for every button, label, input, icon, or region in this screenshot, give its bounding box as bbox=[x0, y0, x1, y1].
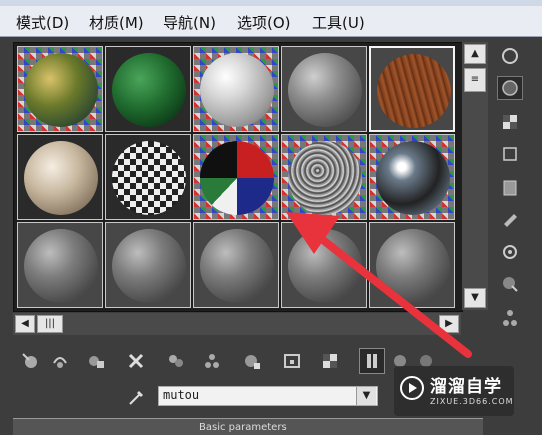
pick-material-from-object-icon[interactable] bbox=[122, 384, 152, 410]
scroll-thumb-horizontal[interactable]: ||| bbox=[37, 315, 63, 333]
material-sphere bbox=[200, 141, 274, 215]
watermark: 溜溜自学 ZIXUE.3D66.COM bbox=[394, 366, 514, 416]
background-checker-icon[interactable] bbox=[497, 110, 523, 134]
menu-material[interactable]: 材质(M) bbox=[89, 12, 144, 33]
watermark-logo-icon bbox=[400, 376, 424, 400]
material-sphere bbox=[24, 53, 98, 127]
material-sphere bbox=[112, 53, 186, 127]
vertical-scrollbar[interactable]: ▲ ≡ ▼ bbox=[462, 42, 488, 310]
rollout-title: Basic parameters bbox=[199, 422, 287, 433]
material-slot[interactable] bbox=[369, 222, 455, 308]
menu-navigation[interactable]: 导航(N) bbox=[163, 12, 216, 33]
assign-material-icon[interactable] bbox=[83, 348, 109, 374]
material-sphere bbox=[24, 141, 98, 215]
material-sphere bbox=[288, 141, 362, 215]
go-to-parent-icon[interactable] bbox=[359, 348, 385, 374]
scroll-left-button[interactable]: ◀ bbox=[15, 315, 35, 333]
material-slot[interactable] bbox=[281, 222, 367, 308]
backlight-icon[interactable] bbox=[497, 76, 523, 100]
material-slot[interactable] bbox=[17, 222, 103, 308]
material-type-dropdown[interactable]: ▼ bbox=[356, 387, 376, 405]
material-slot[interactable] bbox=[193, 134, 279, 220]
scroll-down-button[interactable]: ▼ bbox=[464, 288, 486, 308]
material-slot[interactable] bbox=[105, 46, 191, 132]
uv-tiling-icon[interactable] bbox=[497, 142, 523, 166]
video-color-check-icon[interactable] bbox=[497, 176, 523, 200]
material-slot[interactable] bbox=[281, 134, 367, 220]
options-icon[interactable] bbox=[497, 240, 523, 264]
put-to-library-icon[interactable] bbox=[199, 348, 225, 374]
select-by-material-icon[interactable] bbox=[497, 272, 523, 296]
material-map-navigator-icon[interactable] bbox=[497, 306, 523, 330]
scroll-right-button[interactable]: ▶ bbox=[439, 315, 459, 333]
put-material-icon[interactable] bbox=[47, 348, 73, 374]
menu-tools[interactable]: 工具(U) bbox=[312, 12, 365, 33]
show-end-result-icon[interactable] bbox=[317, 348, 343, 374]
material-sphere bbox=[200, 229, 274, 303]
material-slot[interactable] bbox=[17, 46, 103, 132]
menu-mode[interactable]: 模式(D) bbox=[16, 12, 69, 33]
material-sphere bbox=[376, 229, 450, 303]
material-editor-toolbar bbox=[13, 346, 453, 376]
material-sphere bbox=[200, 53, 274, 127]
material-slot[interactable] bbox=[17, 134, 103, 220]
material-sphere bbox=[112, 141, 186, 215]
menu-options[interactable]: 选项(O) bbox=[237, 12, 291, 33]
sample-type-sphere-icon[interactable] bbox=[497, 44, 523, 68]
menu-bar: 模式(D) 材质(M) 导航(N) 选项(O) 工具(U) bbox=[0, 6, 542, 37]
show-map-in-viewport-icon[interactable] bbox=[279, 348, 305, 374]
material-slot-grid bbox=[13, 42, 463, 312]
scroll-thumb[interactable]: ≡ bbox=[464, 68, 486, 92]
material-slot[interactable] bbox=[105, 134, 191, 220]
material-slot[interactable] bbox=[193, 46, 279, 132]
material-id-channel-icon[interactable] bbox=[239, 348, 265, 374]
material-slot[interactable] bbox=[281, 46, 367, 132]
material-sphere bbox=[112, 229, 186, 303]
watermark-title: 溜溜自学 bbox=[430, 377, 502, 397]
material-sphere bbox=[288, 53, 362, 127]
material-sphere bbox=[377, 54, 451, 128]
material-slot-selected[interactable] bbox=[369, 46, 455, 132]
get-material-icon[interactable] bbox=[17, 348, 43, 374]
watermark-url: ZIXUE.3D66.COM bbox=[430, 397, 514, 406]
scroll-up-button[interactable]: ▲ bbox=[464, 44, 486, 64]
material-sphere bbox=[376, 141, 450, 215]
make-preview-icon[interactable] bbox=[497, 208, 523, 232]
material-slot[interactable] bbox=[105, 222, 191, 308]
material-sphere bbox=[24, 229, 98, 303]
horizontal-scrollbar[interactable]: ◀ ||| ▶ bbox=[13, 313, 461, 335]
delete-icon[interactable] bbox=[123, 348, 149, 374]
material-name-field[interactable]: mutou bbox=[158, 386, 378, 406]
material-slot[interactable] bbox=[369, 134, 455, 220]
basic-parameters-rollout[interactable]: Basic parameters bbox=[13, 418, 483, 435]
make-unique-icon[interactable] bbox=[163, 348, 189, 374]
material-sphere bbox=[288, 229, 362, 303]
material-slot[interactable] bbox=[193, 222, 279, 308]
